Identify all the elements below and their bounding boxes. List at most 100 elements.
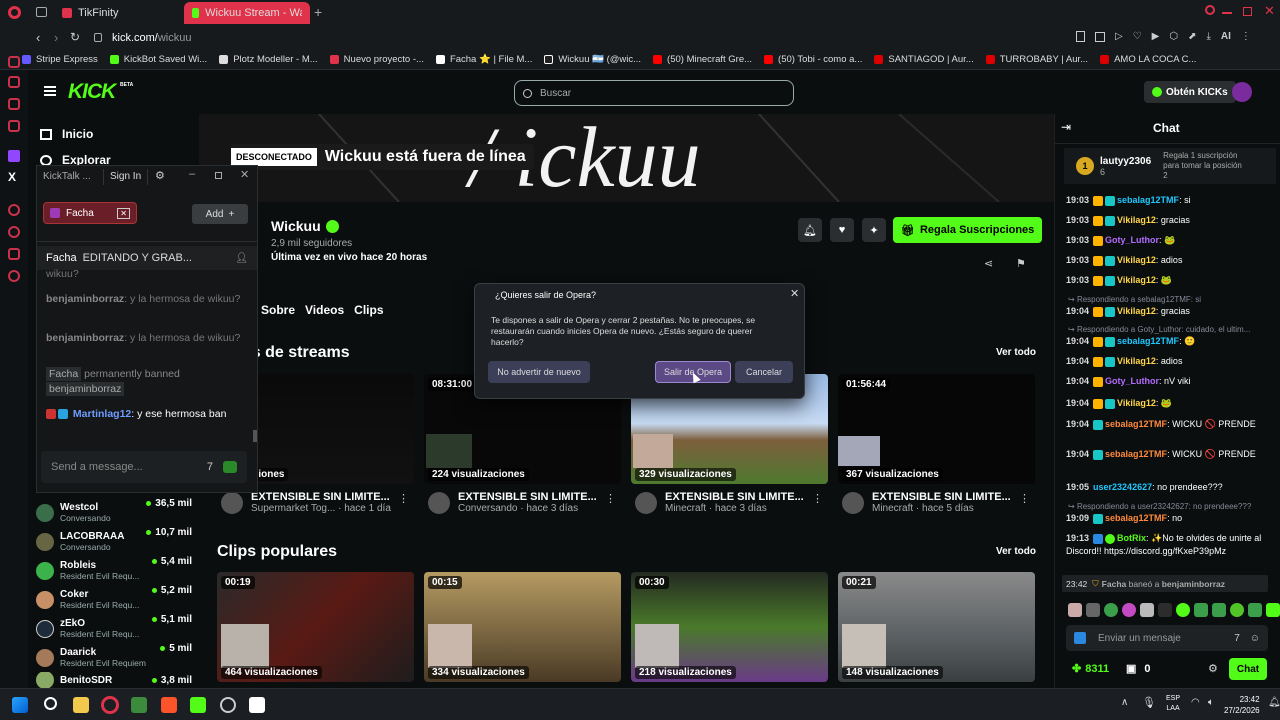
msg-user[interactable]: sebalag12TMF <box>1105 449 1167 459</box>
close-window-icon[interactable]: ✕ <box>1264 3 1275 19</box>
bookmark-icon[interactable] <box>1076 31 1085 42</box>
messenger-icon[interactable] <box>8 56 20 68</box>
msg-user[interactable]: sebalag12TMF <box>1105 419 1167 429</box>
history-icon[interactable] <box>8 204 20 216</box>
chat-settings-icon[interactable]: ⚙ <box>1208 662 1218 675</box>
bookmark-item[interactable]: Plotz Modeller - M... <box>219 54 318 65</box>
emote-icon[interactable] <box>1248 603 1262 617</box>
clip-thumbnail[interactable]: 00:19 464 visualizaciones <box>217 572 414 682</box>
share-icon[interactable]: ⋖ <box>984 257 993 270</box>
opera-logo-icon[interactable] <box>8 6 21 19</box>
search-taskbar-icon[interactable] <box>44 697 57 710</box>
bookmark-item[interactable]: Stripe Express <box>22 54 98 65</box>
msg-user[interactable]: Goty_Luthor <box>1105 376 1159 386</box>
more-options-icon[interactable]: ⋮ <box>1019 492 1030 505</box>
get-kicks-button[interactable]: Obtén KICKs <box>1144 81 1236 103</box>
notifications-icon[interactable]: 🔔︎ <box>1268 697 1280 708</box>
twitch-icon[interactable] <box>8 150 20 162</box>
back-icon[interactable]: ‹ <box>36 30 40 45</box>
kicktalk-settings-icon[interactable]: ⚙ <box>155 169 165 182</box>
instagram-icon[interactable] <box>8 98 20 110</box>
collapse-chat-icon[interactable]: ⇥ <box>1061 120 1071 134</box>
microphone-icon[interactable]: 🎙︎ <box>1142 696 1156 709</box>
recommended-channel[interactable]: Coker Resident Evil Requ... 5,2 mil <box>36 585 192 614</box>
bookmark-item[interactable]: (50) Minecraft Gre... <box>653 54 752 65</box>
emote-icon[interactable] <box>1212 603 1226 617</box>
bookmark-item[interactable]: Wickuu 🇦🇷 (@wic... <box>544 54 641 65</box>
tray-expand-icon[interactable]: ∧ <box>1121 697 1128 708</box>
kicktalk-close-icon[interactable]: ✕ <box>240 168 249 181</box>
bookmark-item[interactable]: KickBot Saved Wi... <box>109 54 207 65</box>
clock-icon[interactable] <box>8 226 20 238</box>
opera-taskbar-icon[interactable] <box>101 696 119 714</box>
emoji-icon[interactable]: ☺ <box>1250 633 1260 644</box>
msg-user[interactable]: sebalag12TMF <box>1117 195 1179 205</box>
clip-thumbnail[interactable]: 00:15 334 visualizaciones <box>424 572 621 682</box>
report-icon[interactable]: ⚑ <box>1016 257 1026 270</box>
url-field[interactable]: kick.com/wickuu <box>112 32 191 44</box>
settings-rail-icon[interactable] <box>8 270 20 282</box>
video-title[interactable]: EXTENSIBLE SIN LIMITE... <box>458 491 597 503</box>
add-channel-button[interactable]: Add + <box>192 204 248 224</box>
recommended-channel[interactable]: BenitoSDR 3,8 mil <box>36 672 192 688</box>
recommended-channel[interactable]: Robleis Resident Evil Requ... 5,4 mil <box>36 556 192 585</box>
file-explorer-icon[interactable] <box>73 697 89 713</box>
video-thumbnail[interactable]: 01:56:44 367 visualizaciones <box>838 374 1035 484</box>
kick-logo[interactable]: KICK <box>68 80 116 104</box>
scrollbar[interactable] <box>253 430 257 442</box>
minimize-icon[interactable] <box>1222 12 1232 14</box>
language-indicator[interactable]: ESP LAA <box>1166 694 1180 714</box>
download-icon[interactable]: ⤓ <box>1207 31 1211 42</box>
recommended-channel[interactable]: Daarick Resident Evil Requiem 5 mil <box>36 643 192 672</box>
volume-icon[interactable]: 🔈︎ <box>1208 697 1214 708</box>
extensions-rail-icon[interactable] <box>8 248 20 260</box>
user-avatar[interactable] <box>1232 82 1252 102</box>
kicktalk-maximize-icon[interactable] <box>215 172 222 179</box>
emote-icon[interactable] <box>1122 603 1136 617</box>
msg-user[interactable]: sebalag12TMF <box>1117 336 1179 346</box>
play-icon[interactable]: ▷ <box>1115 31 1123 42</box>
more-options-icon[interactable]: ⋮ <box>812 492 823 505</box>
kicktalk-minimize-icon[interactable]: – <box>189 168 195 180</box>
ai-button[interactable]: AI <box>1221 31 1231 42</box>
bookmark-item[interactable]: TURROBABY | Aur... <box>985 54 1088 65</box>
chat-send-button[interactable]: Chat <box>1229 658 1267 680</box>
channel-chip[interactable]: Facha ✕ <box>43 202 137 224</box>
video-title[interactable]: EXTENSIBLE SIN LIMITE... <box>251 491 391 503</box>
msg-user[interactable]: Vikilag12 <box>1117 255 1156 265</box>
bookmark-item[interactable]: Facha ⭐ | File M... <box>435 54 532 65</box>
msg-user[interactable]: Vikilag12 <box>1117 275 1156 285</box>
emote-icon[interactable] <box>1140 603 1154 617</box>
search-input[interactable]: Buscar <box>514 80 794 106</box>
dialog-close-icon[interactable]: ✕ <box>790 287 799 300</box>
msg-user[interactable]: Vikilag12 <box>1117 398 1156 408</box>
kicktalk-signin-button[interactable]: Sign In <box>103 169 149 185</box>
msg-user[interactable]: user23242627 <box>1093 482 1152 492</box>
emote-picker-icon[interactable]: 7 <box>1234 633 1240 644</box>
x-icon[interactable]: X <box>8 170 16 184</box>
snapshot-icon[interactable] <box>1095 31 1105 42</box>
channel-points[interactable]: ✤ 8311 <box>1072 662 1109 676</box>
emote-icon[interactable] <box>1266 603 1280 617</box>
msg-user[interactable]: BotRix <box>1117 533 1146 543</box>
chat-input[interactable]: Enviar un mensaje 7 ☺ <box>1066 625 1268 651</box>
video-title[interactable]: EXTENSIBLE SIN LIMITE... <box>665 491 804 503</box>
wifi-icon[interactable]: ◠ <box>1191 697 1200 708</box>
workspaces-icon[interactable] <box>36 7 47 17</box>
windows-start-icon[interactable] <box>12 697 28 713</box>
tab-clips[interactable]: Clips <box>354 303 383 317</box>
tab-wickuu[interactable]: Wickuu Stream - Watch Li... <box>184 2 310 24</box>
clock[interactable]: 23:42 27/2/2026 <box>1224 694 1260 716</box>
dont-warn-again-button[interactable]: No advertir de nuevo <box>488 361 590 383</box>
maximize-icon[interactable] <box>1243 7 1252 16</box>
more-options-icon[interactable]: ⋮ <box>398 492 409 505</box>
emote-icon[interactable] <box>1086 603 1100 617</box>
nav-home[interactable]: Inicio <box>40 127 93 141</box>
bookmark-item[interactable]: (50) Tobi - como a... <box>764 54 862 65</box>
kick-taskbar-icon[interactable] <box>190 697 206 713</box>
tab-tikfinity[interactable]: TikFinity <box>54 2 180 24</box>
msg-user[interactable]: Vikilag12 <box>1117 215 1156 225</box>
msg-user[interactable]: Vikilag12 <box>1117 356 1156 366</box>
app-icon[interactable] <box>249 697 265 713</box>
bookmark-item[interactable]: SANTIAGOD | Aur... <box>874 54 974 65</box>
